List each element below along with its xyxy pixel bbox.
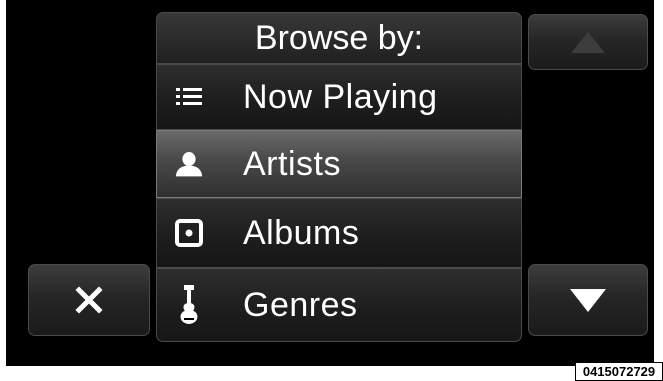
menu-item-artists[interactable]: Artists — [156, 130, 522, 198]
menu-item-label: Genres — [243, 285, 358, 324]
menu-item-label: Now Playing — [243, 77, 438, 116]
triangle-down-icon — [570, 289, 606, 312]
browse-title: Browse by: — [254, 18, 424, 57]
menu-item-label: Artists — [243, 144, 341, 183]
menu-item-now-playing[interactable]: Now Playing — [156, 64, 522, 130]
menu-item-albums[interactable]: Albums — [156, 198, 522, 268]
close-button[interactable] — [28, 264, 150, 336]
album-icon — [175, 219, 203, 247]
triangle-up-icon — [571, 32, 605, 53]
person-icon — [175, 150, 203, 178]
scroll-up-button[interactable] — [528, 14, 648, 70]
menu-item-label: Albums — [243, 213, 360, 252]
browse-screen: Browse by: Now Playing Artists Albums Ge… — [6, 0, 654, 366]
guitar-icon — [175, 285, 203, 324]
browse-header: Browse by: — [156, 12, 522, 64]
image-code-label: 0415072729 — [575, 362, 663, 381]
scroll-down-button[interactable] — [528, 264, 648, 336]
list-icon — [175, 83, 203, 111]
close-icon — [75, 286, 103, 314]
menu-item-genres[interactable]: Genres — [156, 268, 522, 342]
browse-list: Browse by: Now Playing Artists Albums Ge… — [156, 12, 522, 342]
